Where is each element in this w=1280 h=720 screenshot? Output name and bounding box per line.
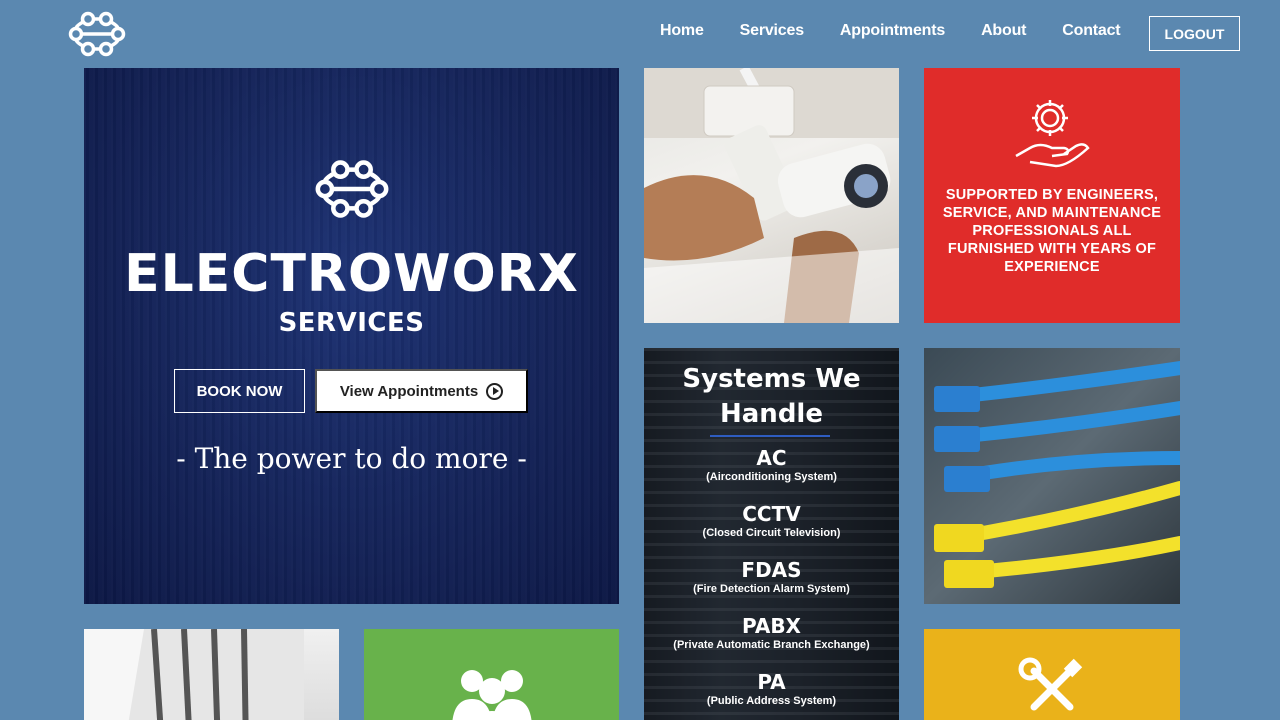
nav-home-link[interactable]: Home [660, 21, 704, 41]
system-item-pa: PA (Public Address System) [644, 670, 899, 708]
cctv-camera-illustration [644, 68, 899, 323]
play-circle-icon [486, 382, 504, 400]
system-abbr: AC [756, 446, 787, 470]
system-full-name: (Private Automatic Branch Exchange) [673, 639, 870, 651]
system-item-fdas: FDAS (Fire Detection Alarm System) [644, 558, 899, 596]
tools-tile [924, 629, 1180, 720]
system-item-pabx: PABX (Private Automatic Branch Exchange) [644, 614, 899, 652]
logout-button[interactable]: LOGOUT [1149, 16, 1240, 51]
support-tile: SUPPORTED BY ENGINEERS, SERVICE, AND MAI… [924, 68, 1180, 323]
book-now-button[interactable]: BOOK NOW [174, 369, 305, 413]
system-full-name: (Airconditioning System) [706, 471, 837, 483]
system-abbr: FDAS [741, 558, 802, 582]
nav-contact-link[interactable]: Contact [1062, 21, 1120, 41]
network-cables-photo [924, 348, 1180, 604]
systems-title: Systems We Handle [682, 364, 861, 429]
gear-hand-icon [1015, 100, 1090, 168]
ethernet-cables-illustration [934, 361, 1180, 588]
hero-banner: ELECTROWORX SERVICES BOOK NOW View Appoi… [84, 68, 619, 604]
system-full-name: (Public Address System) [706, 695, 837, 707]
electroworx-logo-icon[interactable] [66, 10, 128, 58]
team-group-icon [452, 670, 532, 720]
electroworx-emblem-icon [315, 160, 389, 218]
main-nav: Home Services Appointments About Contact [660, 21, 1121, 41]
team-tile [364, 629, 619, 720]
systems-panel: Systems We Handle AC (Airconditioning Sy… [644, 348, 899, 720]
system-item-cctv: CCTV (Closed Circuit Television) [644, 502, 899, 540]
view-appointments-label: View Appointments [339, 382, 479, 400]
system-abbr: CCTV [742, 502, 801, 526]
nav-services-link[interactable]: Services [740, 21, 804, 41]
brand-subtitle: SERVICES [278, 308, 425, 338]
system-abbr: PA [757, 670, 786, 694]
system-full-name: (Closed Circuit Television) [702, 527, 841, 539]
ac-unit-illustration [84, 629, 304, 720]
nav-about-link[interactable]: About [981, 21, 1026, 41]
tagline: - The power to do more - [176, 442, 527, 475]
system-item-ac: AC (Airconditioning System) [644, 446, 899, 484]
view-appointments-button[interactable]: View Appointments [315, 369, 528, 413]
ac-unit-photo [84, 629, 339, 720]
brand-title: ELECTROWORX [124, 244, 579, 304]
system-full-name: (Fire Detection Alarm System) [693, 583, 850, 595]
cctv-photo [644, 68, 899, 323]
system-abbr: PABX [742, 614, 801, 638]
nav-appointments-link[interactable]: Appointments [840, 21, 945, 41]
support-text: SUPPORTED BY ENGINEERS, SERVICE, AND MAI… [942, 187, 1162, 275]
title-divider [710, 435, 830, 437]
wrench-screwdriver-icon [1018, 657, 1083, 711]
